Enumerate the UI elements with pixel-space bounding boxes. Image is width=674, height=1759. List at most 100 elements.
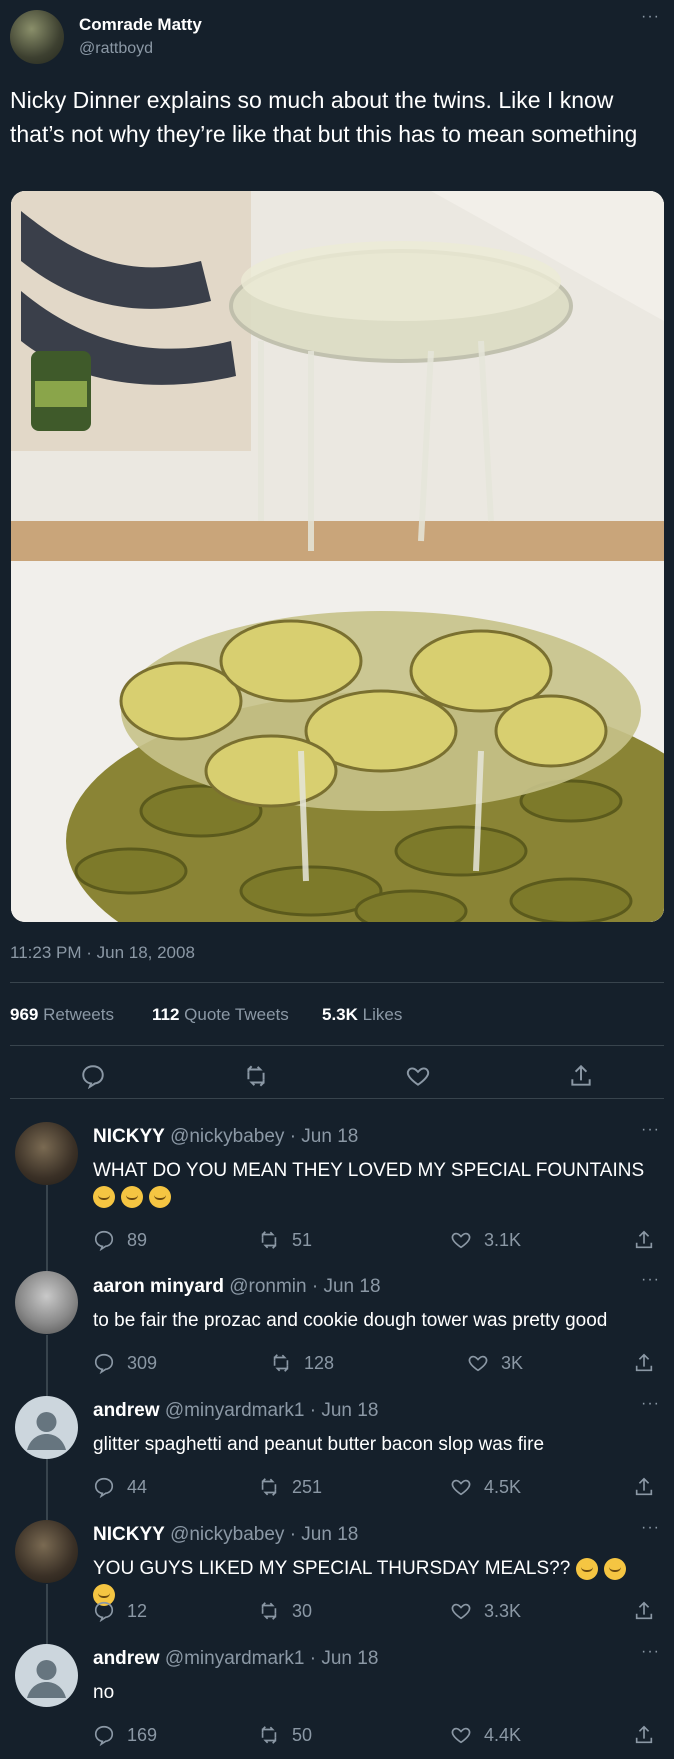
reply-avatar[interactable]: [15, 1520, 78, 1583]
reply-author-name[interactable]: aaron minyard: [93, 1276, 224, 1297]
retweet-button[interactable]: [243, 1063, 269, 1089]
crying-emoji-icon: [93, 1185, 115, 1208]
reply-more-icon[interactable]: ···: [641, 1395, 660, 1413]
retweets-label: Retweets: [43, 1005, 114, 1024]
reply-handle-date[interactable]: @minyardmark1 · Jun 18: [165, 1400, 379, 1421]
share-button[interactable]: [568, 1063, 594, 1089]
reply-button[interactable]: 89: [93, 1229, 147, 1251]
tweet-timestamp[interactable]: 11:23 PM · Jun 18, 2008: [10, 943, 195, 963]
like-button[interactable]: 3.1K: [450, 1229, 521, 1251]
reply-more-icon[interactable]: ···: [641, 1519, 660, 1537]
like-count: 4.5K: [484, 1476, 522, 1497]
retweet-icon: [273, 1354, 289, 1372]
author-handle[interactable]: @rattboyd: [79, 40, 153, 58]
share-icon: [571, 1064, 591, 1086]
reply-icon: [94, 1601, 114, 1622]
author-display-name[interactable]: Comrade Matty: [79, 15, 202, 35]
reply-count: 89: [127, 1229, 148, 1250]
divider: [10, 1045, 664, 1046]
like-button[interactable]: 3K: [467, 1352, 523, 1374]
retweet-icon: [261, 1231, 277, 1249]
author-avatar[interactable]: [10, 10, 64, 64]
retweet-button[interactable]: 128: [270, 1352, 334, 1374]
share-button[interactable]: [633, 1229, 655, 1251]
share-button[interactable]: [633, 1600, 655, 1622]
thread-line: [46, 1584, 48, 1649]
retweet-icon: [261, 1726, 277, 1744]
reply-more-icon[interactable]: ···: [641, 1271, 660, 1289]
likes-stat[interactable]: 5.3K Likes: [322, 1005, 402, 1025]
like-button[interactable]: [405, 1063, 431, 1089]
reply-more-icon[interactable]: ···: [641, 1121, 660, 1139]
tweet-image[interactable]: [11, 191, 664, 922]
heart-icon: [451, 1479, 471, 1496]
like-button[interactable]: 4.4K: [450, 1724, 521, 1746]
crying-emoji-icon: [121, 1185, 143, 1208]
like-button[interactable]: 4.5K: [450, 1476, 521, 1498]
default-avatar-icon[interactable]: [15, 1396, 78, 1459]
retweet-button[interactable]: 50: [258, 1724, 312, 1746]
reply-text: no: [93, 1682, 115, 1703]
retweet-count: 251: [292, 1476, 323, 1497]
crying-emoji-icon: [149, 1185, 171, 1208]
quote-tweets-stat[interactable]: 112 Quote Tweets: [152, 1005, 289, 1025]
default-avatar-icon[interactable]: [15, 1644, 78, 1707]
reply-text: YOU GUYS LIKED MY SPECIAL THURSDAY MEALS…: [93, 1556, 656, 1608]
divider: [10, 1098, 664, 1099]
reply-text: to be fair the prozac and cookie dough t…: [93, 1310, 608, 1331]
retweet-button[interactable]: 30: [258, 1600, 312, 1622]
reply-icon: [94, 1230, 114, 1251]
share-button[interactable]: [633, 1476, 655, 1498]
retweet-count: 128: [304, 1352, 335, 1373]
share-button[interactable]: [633, 1352, 655, 1374]
share-icon: [635, 1477, 653, 1496]
thread-line: [46, 1335, 48, 1400]
retweet-button[interactable]: 251: [258, 1476, 322, 1498]
reply-more-icon[interactable]: ···: [641, 1643, 660, 1661]
reply-author-name[interactable]: andrew: [93, 1400, 160, 1421]
reply-button[interactable]: 12: [93, 1600, 147, 1622]
tweet-text: Nicky Dinner explains so much about the …: [10, 87, 638, 147]
like-button[interactable]: 3.3K: [450, 1600, 521, 1622]
likes-label: Likes: [362, 1005, 403, 1024]
like-count: 4.4K: [484, 1724, 522, 1745]
retweet-icon: [261, 1602, 277, 1620]
pleading-emoji-icon: [603, 1557, 626, 1580]
pleading-emoji-icon: [575, 1557, 598, 1580]
like-count: 3.3K: [484, 1600, 522, 1621]
reply-avatar[interactable]: [15, 1122, 78, 1185]
reply-button[interactable]: 169: [93, 1724, 157, 1746]
reply-handle-date[interactable]: @ronmin · Jun 18: [229, 1276, 380, 1297]
quotes-label: Quote Tweets: [184, 1005, 289, 1024]
reply-author-name[interactable]: andrew: [93, 1648, 160, 1669]
reply-icon: [94, 1725, 114, 1746]
reply-count: 309: [127, 1352, 158, 1373]
retweet-button[interactable]: 51: [258, 1229, 312, 1251]
reply-header: NICKYY @nickybabey · Jun 18: [93, 1524, 358, 1546]
like-count: 3.1K: [484, 1229, 522, 1250]
reply-button[interactable]: 309: [93, 1352, 157, 1374]
share-button[interactable]: [633, 1724, 655, 1746]
retweet-count: 50: [292, 1724, 313, 1745]
reply-icon: [82, 1065, 104, 1089]
reply-author-name[interactable]: NICKYY: [93, 1524, 165, 1545]
reply-text: WHAT DO YOU MEAN THEY LOVED MY SPECIAL F…: [93, 1158, 656, 1210]
reply-text-content: WHAT DO YOU MEAN THEY LOVED MY SPECIAL F…: [93, 1160, 645, 1181]
retweet-icon: [261, 1478, 277, 1496]
reply-header: aaron minyard @ronmin · Jun 18: [93, 1276, 381, 1298]
share-icon: [635, 1353, 653, 1372]
reply-handle-date[interactable]: @minyardmark1 · Jun 18: [165, 1648, 379, 1669]
reply-button[interactable]: [80, 1063, 106, 1089]
share-icon: [635, 1230, 653, 1249]
retweets-stat[interactable]: 969 Retweets: [10, 1005, 114, 1025]
more-options-icon[interactable]: ···: [641, 8, 660, 26]
thread-line: [46, 1185, 48, 1275]
reply-text: glitter spaghetti and peanut butter baco…: [93, 1434, 545, 1455]
reply-author-name[interactable]: NICKYY: [93, 1126, 165, 1147]
heart-icon: [451, 1232, 471, 1249]
reply-avatar[interactable]: [15, 1271, 78, 1334]
reply-handle-date[interactable]: @nickybabey · Jun 18: [170, 1126, 358, 1147]
reply-button[interactable]: 44: [93, 1476, 147, 1498]
heart-icon: [468, 1355, 488, 1372]
reply-handle-date[interactable]: @nickybabey · Jun 18: [170, 1524, 358, 1545]
